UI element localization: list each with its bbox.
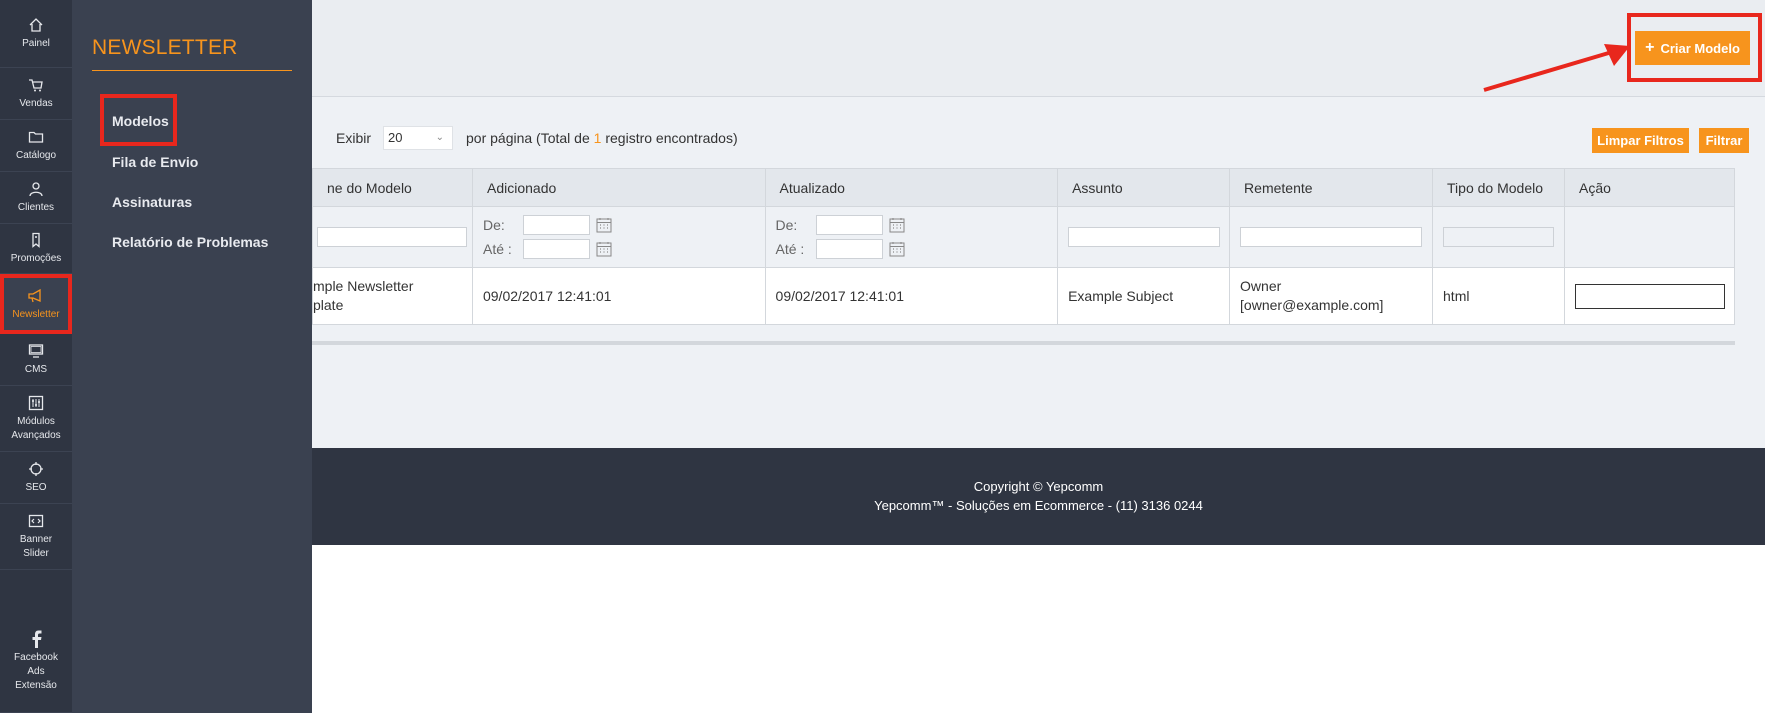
submenu-item-fila-de-envio[interactable]: Fila de Envio (112, 154, 198, 170)
create-template-button[interactable]: + Criar Modelo (1635, 31, 1750, 65)
rail-item-catalogo[interactable]: Catálogo (0, 120, 72, 172)
footer: Copyright © Yepcomm Yepcomm™ - Soluções … (312, 448, 1765, 545)
chevron-down-icon: ⌄ (435, 132, 444, 143)
total-count: 1 (593, 130, 602, 146)
submenu-title: NEWSLETTER (92, 36, 238, 59)
newsletter-submenu: NEWSLETTER Modelos Fila de Envio Assinat… (72, 0, 312, 713)
rail-label: Facebook Ads Extensão (14, 652, 58, 691)
rail-item-facebook-ads[interactable]: Facebook Ads Extensão (0, 570, 72, 713)
folder-icon (27, 128, 45, 146)
rail-item-banner-slider[interactable]: Banner Slider (0, 504, 72, 570)
tag-icon (27, 231, 45, 249)
table-row: mple Newsletter plate 09/02/2017 12:41:0… (312, 267, 1736, 325)
megaphone-icon (27, 287, 45, 305)
per-page-text: por página (Total de (466, 130, 590, 146)
type-cell: html (1432, 267, 1565, 325)
added-to-input[interactable] (522, 239, 590, 259)
templates-table: ne do Modelo Adicionado Atualizado Assun… (312, 168, 1736, 325)
from-label: De: (482, 217, 505, 233)
action-select[interactable] (1574, 283, 1725, 309)
col-header-added[interactable]: Adicionado (471, 168, 766, 207)
sender-filter-input[interactable] (1240, 227, 1423, 247)
updated-from-input[interactable] (815, 215, 883, 235)
sender-email: [owner@example.com] (1240, 297, 1384, 313)
template-name-line2[interactable]: plate (313, 296, 472, 315)
rail-item-clientes[interactable]: Clientes (0, 172, 72, 224)
rail-label: Módulos Avançados (11, 416, 61, 441)
rail-item-newsletter[interactable]: Newsletter (0, 274, 72, 334)
calendar-icon[interactable] (889, 217, 905, 233)
icon-rail: Painel Vendas Catálogo Clientes Promoçõe… (0, 0, 72, 713)
home-icon (27, 16, 45, 34)
subject-cell: Example Subject (1057, 267, 1231, 325)
type-filter-input[interactable] (1443, 227, 1555, 247)
per-page-select[interactable]: 20 ⌄ (383, 126, 453, 150)
footer-copyright: Copyright © Yepcomm (973, 479, 1104, 494)
table-scrollbar[interactable] (312, 341, 1735, 345)
rail-label: CMS (24, 364, 48, 375)
col-header-updated[interactable]: Atualizado (764, 168, 1059, 207)
rail-label: SEO (25, 482, 47, 493)
rail-label: Catálogo (15, 150, 57, 161)
rail-label: Painel (22, 38, 50, 49)
rail-item-cms[interactable]: CMS (0, 334, 72, 386)
col-header-sender[interactable]: Remetente (1229, 168, 1434, 207)
found-text: registro encontrados) (605, 130, 738, 146)
annotation-arrow-icon (1483, 44, 1630, 92)
per-page-value: 20 (388, 130, 403, 145)
col-header-action: Ação (1563, 168, 1736, 207)
calendar-icon[interactable] (596, 241, 612, 257)
rail-item-painel[interactable]: Painel (0, 0, 72, 68)
submenu-divider (92, 70, 292, 71)
filter-button[interactable]: Filtrar (1699, 128, 1749, 153)
rail-item-vendas[interactable]: Vendas (0, 68, 72, 120)
clear-filters-button[interactable]: Limpar Filtros (1592, 128, 1689, 153)
submenu-item-relatorio[interactable]: Relatório de Problemas (112, 234, 268, 250)
updated-date: 09/02/2017 12:41:01 (764, 267, 1059, 325)
to-label: Até : (482, 241, 512, 257)
code-window-icon (27, 512, 45, 530)
rail-label: Banner Slider (19, 534, 53, 559)
calendar-icon[interactable] (596, 217, 612, 233)
rail-label: Promoções (10, 253, 62, 264)
to-label: Até : (775, 241, 805, 257)
filter-row: De: Até : De: Até : (312, 206, 1736, 268)
col-header-name[interactable]: ne do Modelo (312, 168, 473, 207)
col-header-subject[interactable]: Assunto (1057, 168, 1231, 207)
create-template-label: Criar Modelo (1660, 40, 1740, 56)
submenu-item-assinaturas[interactable]: Assinaturas (112, 194, 192, 210)
template-name-line1[interactable]: mple Newsletter (313, 277, 472, 296)
added-from-input[interactable] (522, 215, 590, 235)
rail-label: Clientes (17, 202, 55, 213)
cart-icon (27, 76, 45, 94)
monitor-icon (27, 342, 45, 360)
sender-name: Owner (1240, 278, 1282, 294)
subject-filter-input[interactable] (1068, 227, 1221, 247)
rail-label: Vendas (19, 98, 53, 109)
added-date: 09/02/2017 12:41:01 (471, 267, 766, 325)
updated-to-input[interactable] (815, 239, 883, 259)
rail-label: Newsletter (12, 308, 60, 320)
crosshair-icon (27, 460, 45, 478)
rail-item-seo[interactable]: SEO (0, 452, 72, 504)
sliders-icon (27, 394, 45, 412)
plus-icon: + (1645, 39, 1655, 56)
submenu-item-modelos[interactable]: Modelos (112, 113, 169, 129)
show-label: Exibir (336, 130, 372, 146)
rail-item-promocoes[interactable]: Promoções (0, 224, 72, 274)
user-icon (27, 180, 45, 198)
rail-item-modulos[interactable]: Módulos Avançados (0, 386, 72, 452)
col-header-type[interactable]: Tipo do Modelo (1432, 168, 1565, 207)
footer-company: Yepcomm™ - Soluções em Ecommerce - (11) … (874, 498, 1203, 513)
name-filter-input[interactable] (317, 227, 467, 247)
from-label: De: (775, 217, 798, 233)
calendar-icon[interactable] (889, 241, 905, 257)
pager-summary: por página (Total de 1 registro encontra… (466, 130, 738, 146)
facebook-icon (27, 630, 45, 648)
